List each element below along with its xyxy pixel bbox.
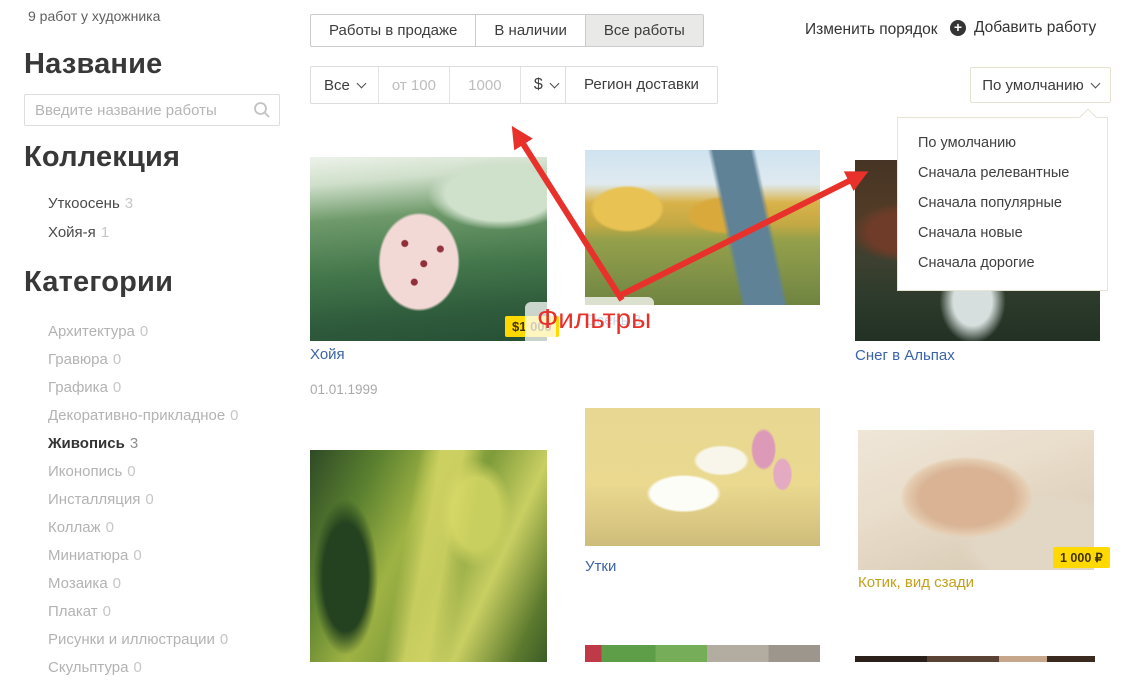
category-item-gravyura[interactable]: Гравюра0 — [48, 346, 239, 374]
annotation-filters-label: Фильтры — [537, 303, 651, 335]
artwork-title-kotik[interactable]: Котик, вид сзади — [858, 574, 974, 591]
artwork-title-sneg-v-alpah[interactable]: Снег в Альпах — [855, 347, 955, 364]
chevron-down-icon — [356, 78, 366, 88]
artwork-image-partial-strawberry[interactable] — [585, 645, 820, 662]
artwork-image-green-painting[interactable] — [310, 450, 547, 662]
category-item-ikonopis[interactable]: Иконопись0 — [48, 458, 239, 486]
collection-count: 1 — [101, 224, 109, 241]
add-work-button[interactable]: + Добавить работу — [950, 19, 1096, 37]
category-item-arhitektura[interactable]: Архитектура0 — [48, 318, 239, 346]
works-tab-group: Работы в продаже В наличии Все работы — [310, 14, 704, 47]
category-item-kollazh[interactable]: Коллаж0 — [48, 514, 239, 542]
currency-dropdown[interactable]: $ — [520, 67, 571, 103]
collection-item-hoya[interactable]: Хойя-я1 — [48, 218, 133, 247]
sort-dropdown-button[interactable]: По умолчанию — [970, 67, 1111, 103]
artwork-title-utki[interactable]: Утки — [585, 558, 616, 575]
delivery-region-button[interactable]: Регион доставки — [565, 66, 718, 104]
price-to-field — [449, 67, 520, 103]
artwork-image-partial-dark[interactable] — [855, 656, 1095, 662]
artwork-image-utki[interactable] — [585, 408, 820, 546]
artwork-date-hoya: 01.01.1999 — [310, 382, 378, 397]
filter-type-dropdown[interactable]: Все — [311, 67, 378, 103]
price-badge-kotik: 1 000 ₽ — [1053, 547, 1110, 568]
add-work-label: Добавить работу — [974, 19, 1096, 37]
sort-option-new[interactable]: Сначала новые — [898, 218, 1107, 248]
plus-circle-icon: + — [950, 20, 966, 36]
title-search-input[interactable] — [24, 94, 280, 126]
sort-option-popular[interactable]: Сначала популярные — [898, 188, 1107, 218]
collection-list: Уткоосень3 Хойя-я1 — [48, 189, 133, 247]
price-from-field — [378, 67, 449, 103]
collection-count: 3 — [125, 195, 133, 212]
chevron-down-icon — [549, 78, 559, 88]
category-item-installyaciya[interactable]: Инсталляция0 — [48, 486, 239, 514]
sort-option-relevant[interactable]: Сначала релевантные — [898, 158, 1107, 188]
tab-works-for-sale[interactable]: Работы в продаже — [311, 15, 475, 46]
categories-list: Архитектура0 Гравюра0 Графика0 Декоратив… — [48, 318, 239, 682]
collection-section-heading: Коллекция — [24, 141, 180, 174]
category-item-skulptura[interactable]: Скульптура0 — [48, 654, 239, 682]
sort-options-panel: По умолчанию Сначала релевантные Сначала… — [897, 117, 1108, 291]
category-item-dekorativno[interactable]: Декоративно-прикладное0 — [48, 402, 239, 430]
tab-in-stock[interactable]: В наличии — [475, 15, 585, 46]
price-to-input[interactable] — [463, 77, 507, 94]
tab-all-works[interactable]: Все работы — [585, 15, 703, 46]
categories-section-heading: Категории — [24, 266, 173, 299]
chevron-down-icon — [1090, 78, 1100, 88]
artwork-image-hoya[interactable] — [310, 157, 547, 341]
category-item-miniatyura[interactable]: Миниатюра0 — [48, 542, 239, 570]
category-item-zhivopis[interactable]: Живопись3 — [48, 430, 239, 458]
price-from-input[interactable] — [392, 77, 436, 94]
panel-notch — [1080, 109, 1097, 126]
search-icon — [253, 101, 271, 124]
reorder-button[interactable]: Изменить порядок — [805, 21, 938, 39]
category-item-grafika[interactable]: Графика0 — [48, 374, 239, 402]
category-item-plakat[interactable]: Плакат0 — [48, 598, 239, 626]
price-filter-group: Все $ — [310, 66, 572, 104]
artwork-title-hoya[interactable]: Хойя — [310, 346, 345, 363]
title-search — [24, 94, 280, 126]
sort-option-expensive[interactable]: Сначала дорогие — [898, 248, 1107, 278]
category-item-risunki[interactable]: Рисунки и иллюстрации0 — [48, 626, 239, 654]
sort-option-default[interactable]: По умолчанию — [898, 128, 1107, 158]
name-section-heading: Название — [24, 48, 163, 81]
works-count: 9 работ у художника — [28, 8, 160, 24]
collection-item-utkoosen[interactable]: Уткоосень3 — [48, 189, 133, 218]
category-item-mozaika[interactable]: Мозаика0 — [48, 570, 239, 598]
artwork-image-osen3[interactable] — [585, 150, 820, 305]
